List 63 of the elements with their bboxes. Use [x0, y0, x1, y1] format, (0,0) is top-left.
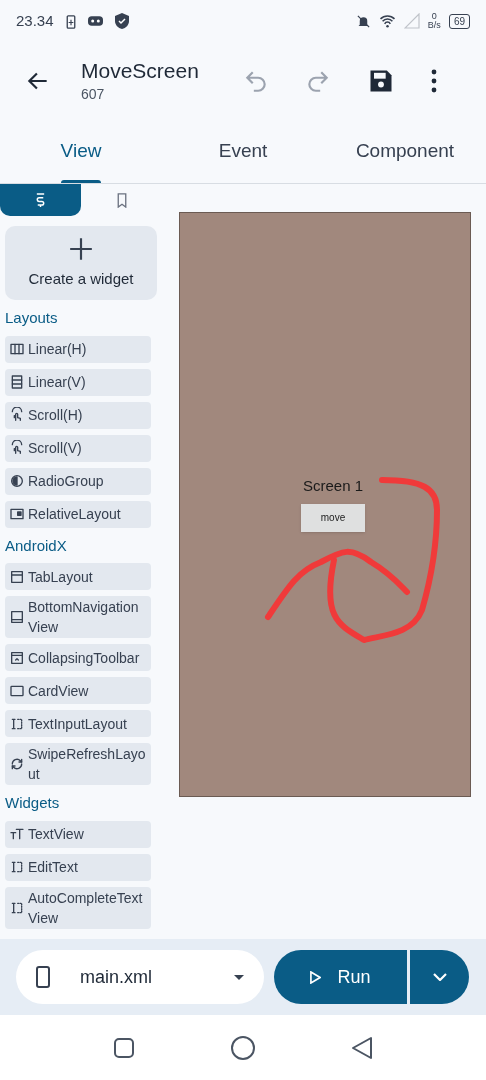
tab[interactable]: Component — [324, 120, 486, 183]
project-id: 607 — [81, 84, 106, 104]
palette-item[interactable]: RelativeLayout — [5, 500, 151, 528]
file-selector[interactable]: main.xml — [16, 950, 264, 1004]
touch-icon — [9, 440, 25, 456]
palette-item[interactable]: TabLayout — [5, 563, 151, 590]
palette-item[interactable]: Scroll(V) — [5, 434, 151, 462]
run-button[interactable]: Run — [274, 950, 407, 1004]
signal-icon — [403, 13, 420, 29]
bell-off-icon — [355, 13, 371, 29]
status-time: 23.34 — [16, 10, 54, 31]
palette-item[interactable]: Linear(V) — [5, 368, 151, 396]
tab[interactable]: Event — [162, 120, 324, 183]
tab-icon — [9, 568, 25, 585]
dollar-icon — [35, 192, 46, 208]
dropdown-icon — [234, 974, 244, 980]
more-options-button[interactable] — [431, 69, 437, 93]
phone-icon — [36, 966, 50, 988]
toolbar-icon — [9, 649, 25, 666]
wifi-icon — [378, 14, 396, 28]
widgets-tab[interactable] — [0, 184, 81, 216]
battery-indicator: 69 — [448, 13, 470, 29]
battery-charging-icon — [65, 13, 76, 29]
text-size-icon — [9, 826, 25, 842]
plus-icon — [68, 235, 94, 262]
section-heading: Widgets — [5, 793, 61, 813]
gamepad-icon — [87, 16, 103, 26]
rows-icon — [9, 374, 25, 390]
square-icon — [9, 506, 25, 522]
radio-icon — [9, 473, 25, 489]
palette-item[interactable]: BottomNavigationView — [5, 596, 151, 638]
bookmark-icon — [115, 192, 128, 208]
bottom-bar-icon — [9, 609, 25, 625]
text-cursor-icon — [9, 859, 25, 875]
run-options-button[interactable] — [410, 950, 469, 1004]
refresh-icon — [9, 756, 25, 772]
project-title: MoveScreen — [81, 57, 200, 84]
tab[interactable]: View — [0, 120, 162, 183]
screen-label: Screen 1 — [302, 476, 363, 496]
move-button[interactable]: move — [301, 503, 365, 532]
create-widget-button[interactable]: Create a widget — [5, 226, 157, 300]
section-heading: Layouts — [5, 308, 59, 328]
play-icon — [310, 970, 322, 984]
section-heading: AndroidX — [5, 535, 68, 556]
net-speed-unit: B/s — [427, 21, 441, 30]
recent-apps-button[interactable] — [113, 1036, 135, 1059]
palette-item[interactable]: SwipeRefreshLayout — [5, 743, 151, 785]
palette-item[interactable]: Linear(H) — [5, 335, 151, 363]
back-nav-button[interactable] — [351, 1035, 373, 1060]
palette-item[interactable]: TextInputLayout — [5, 710, 151, 737]
columns-icon — [9, 341, 25, 357]
touch-icon — [9, 407, 25, 423]
home-button[interactable] — [230, 1034, 256, 1061]
shield-icon — [114, 13, 129, 29]
chevron-down-icon — [432, 973, 447, 981]
palette-item[interactable]: CollapsingToolbar — [5, 644, 151, 671]
net-speed-value: 0 — [431, 12, 437, 21]
palette-item[interactable]: TextView — [5, 820, 151, 848]
palette-item[interactable]: RadioGroup — [5, 467, 151, 495]
palette-item[interactable]: Scroll(H) — [5, 401, 151, 429]
palette-item[interactable]: AutoCompleteTextView — [5, 886, 151, 929]
palette-item[interactable]: EditText — [5, 853, 151, 881]
palette-item[interactable]: CardView — [5, 677, 151, 704]
